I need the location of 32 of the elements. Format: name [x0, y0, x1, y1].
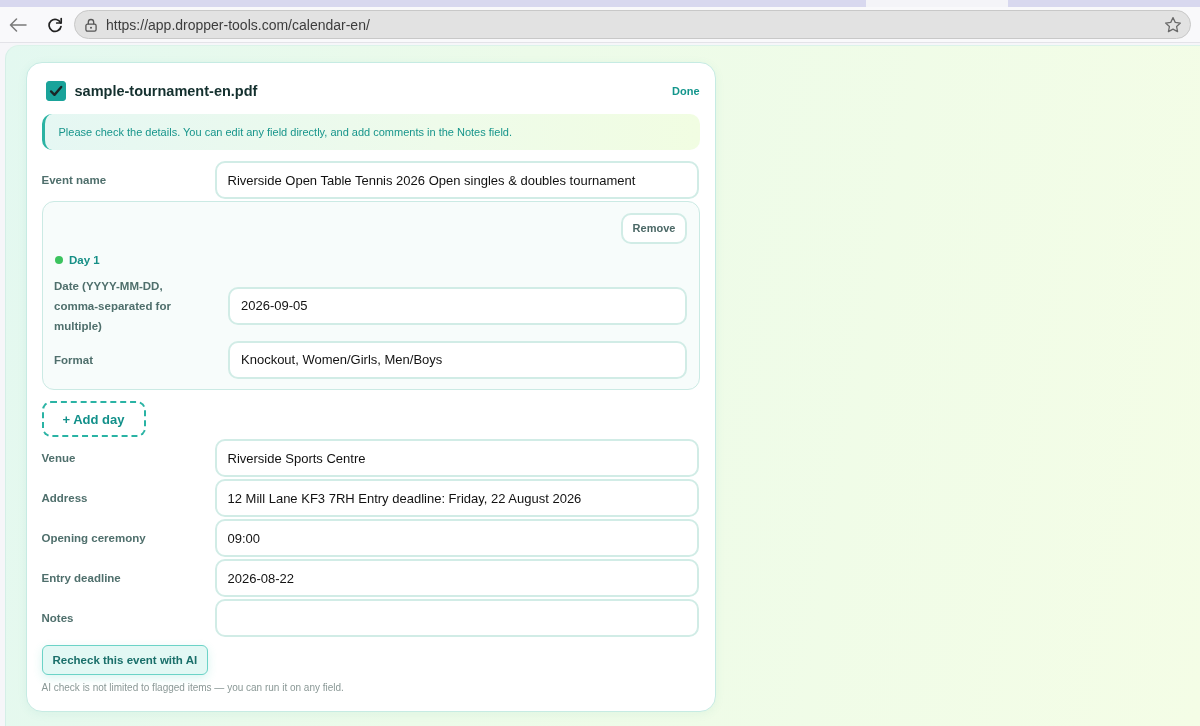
back-arrow-icon[interactable]: [9, 17, 27, 32]
recheck-button[interactable]: Recheck this event with AI: [41, 645, 209, 675]
field-label: Entry deadline: [41, 571, 122, 586]
done-button[interactable]: Done: [672, 85, 700, 97]
text-input[interactable]: [214, 599, 699, 637]
field-label: Address: [41, 491, 89, 506]
lock-icon[interactable]: [85, 17, 97, 32]
hint-text: AI check is not limited to flagged items — you can run it on any field.: [41, 682, 345, 693]
text-input[interactable]: Riverside Sports Centre: [214, 439, 699, 477]
field-label: Date (YYYY-MM-DD, comma-separated for multiple): [54, 278, 172, 334]
text-input[interactable]: 09:00: [214, 519, 699, 557]
field-label: Format: [54, 352, 94, 368]
info-banner: Please check the details. You can edit any field directly, and add comments in the Notes field.: [41, 114, 700, 150]
text-input[interactable]: Knockout, Women/Girls, Men/Boys: [228, 340, 687, 379]
star-icon[interactable]: [1164, 15, 1182, 34]
day-title: Day 1: [69, 253, 100, 266]
text-input[interactable]: 2026-09-05: [228, 286, 687, 325]
text-input[interactable]: 2026-08-22: [214, 559, 699, 597]
field-label: Venue: [41, 451, 77, 466]
address-bar[interactable]: https://app.dropper-tools.com/calendar-en/: [74, 10, 1191, 39]
file-name: sample-tournament-en.pdf: [74, 83, 259, 99]
remove-button[interactable]: Remove: [621, 212, 687, 244]
add-day-button[interactable]: + Add day: [41, 401, 146, 437]
text-input[interactable]: Riverside Open Table Tennis 2026 Open singles & doubles tournament: [214, 161, 699, 199]
field-label: Notes: [41, 611, 75, 626]
field-label: Opening ceremony: [41, 531, 147, 546]
status-dot-icon: [55, 255, 63, 264]
reload-icon[interactable]: [47, 16, 63, 33]
text-input[interactable]: 12 Mill Lane KF3 7RH Entry deadline: Friday, 22 August 2026: [214, 479, 699, 517]
field-label: Event name: [41, 173, 108, 188]
url-text: https://app.dropper-tools.com/calendar-en/: [106, 16, 371, 33]
checkbox[interactable]: [45, 81, 66, 101]
